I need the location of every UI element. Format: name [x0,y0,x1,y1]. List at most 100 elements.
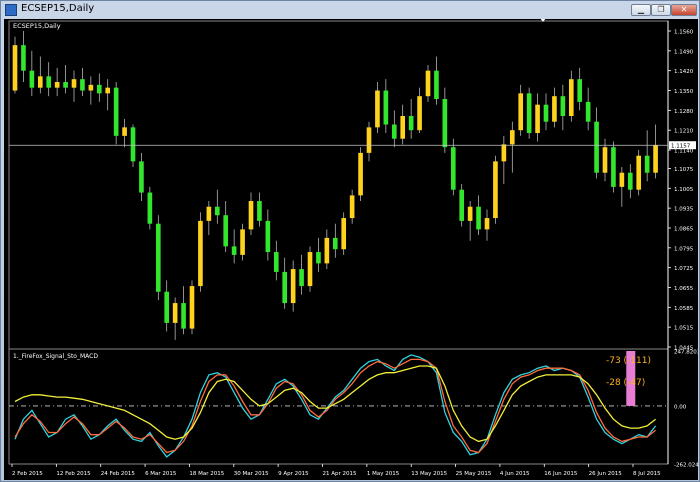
candle [206,206,212,221]
candle [63,82,68,88]
price-tick-label: 1.0725 [674,266,694,272]
price-tick-label: 1.0865 [674,226,694,232]
price-tick-label: 1.1560 [674,30,694,36]
candle [467,206,473,221]
candle [88,84,94,91]
indicator-readout: -73 (-111) [606,356,651,366]
candle [273,252,279,272]
candle [257,201,262,221]
candle [434,70,439,100]
candle [383,90,389,125]
candle [349,195,355,219]
candle [501,144,507,162]
chart-app-icon [5,4,17,16]
indicator-tick-label: 247.8203 [674,350,698,356]
candle [29,70,35,88]
candle [172,303,178,323]
candle [37,76,43,88]
candle [476,206,481,230]
time-tick-label: 26 Jun 2015 [589,471,623,477]
candle [568,79,574,117]
price-tick-label: 1.1490 [674,49,694,55]
candle [290,269,296,304]
candle [299,269,304,287]
candle [459,189,465,221]
candle [282,271,288,304]
price-tick-label: 1.1005 [674,187,694,193]
candle [71,79,77,88]
candle [12,45,18,91]
time-tick-label: 25 May 2015 [456,471,492,477]
candle [627,172,633,190]
time-tick-label: 18 Mar 2015 [189,471,224,477]
candle [526,93,532,134]
time-tick-label: 1 May 2015 [367,471,400,477]
time-tick-label: 6 Mar 2015 [145,471,177,477]
candle [155,223,161,292]
candle [653,145,658,173]
indicator-readout: -28 (-47) [606,378,645,388]
time-tick-label: 4 Jun 2015 [500,471,530,477]
candle [240,229,245,255]
time-tick-label: 21 Apr 2015 [323,471,358,477]
close-button[interactable]: ✕ [671,4,697,16]
candle [324,237,330,264]
indicator-tick-label: 0.00 [674,404,687,410]
candle [147,192,153,224]
time-tick-label: 13 May 2015 [411,471,447,477]
candle [417,96,422,131]
candle [408,116,414,131]
window-title: ECSEP15,Daily [21,3,95,14]
candle [577,79,583,102]
candle [46,76,52,88]
candle [585,101,591,122]
price-tick-label: 1.0585 [674,306,694,312]
chart-area[interactable]: ECSEP15,Daily 1.1560 1.1490 1.1420 1.1350 1.1… [4,19,698,480]
candle [375,90,380,128]
time-tick-label: 24 Feb 2015 [101,471,136,477]
restore-button[interactable]: ❐ [651,4,671,16]
candle [223,215,229,247]
price-tick-label: 1.1420 [674,69,694,75]
time-tick-label: 16 Jun 2015 [544,471,578,477]
candle [560,96,566,117]
candle [80,79,85,91]
candle [96,84,102,94]
candle [450,147,456,190]
price-tick-label: 1.0515 [674,326,694,332]
candle [189,286,195,329]
candle [509,130,515,145]
candle [442,99,448,148]
price-tick-label: 1.1075 [674,167,694,173]
current-price-label: 1.1157 [671,144,691,150]
candle [130,127,136,162]
candle [552,96,557,122]
chart-title: ECSEP15,Daily [13,22,61,30]
window-titlebar[interactable]: ECSEP15,Daily ▁ ❐ ✕ [1,1,699,19]
candle [391,124,397,139]
price-tick-label: 1.1280 [674,109,694,115]
candle [139,161,144,193]
candle [307,252,313,287]
candle [231,246,237,255]
candle [484,218,490,230]
price-tick-label: 1.0935 [674,207,694,213]
candle [122,127,127,136]
candle [602,147,608,173]
indicator-tick-label: -262.0245 [674,463,698,469]
candle [636,155,642,190]
time-tick-label: 12 Feb 2015 [56,471,91,477]
candle [105,87,111,94]
indicator-series-line [14,365,657,443]
candle [214,206,220,216]
candle [518,93,524,131]
candle [594,121,599,173]
chart-window: ECSEP15,Daily ▁ ❐ ✕ ECSEP15,Daily 1.1560 1… [0,0,700,482]
candle [543,104,549,122]
minimize-button[interactable]: ▁ [631,4,651,16]
candle [425,70,431,97]
candle [611,147,616,187]
candle [181,303,186,329]
candle [366,127,372,153]
indicator-label: 1._FireFox_Signal_Sto_MACD [13,353,98,360]
